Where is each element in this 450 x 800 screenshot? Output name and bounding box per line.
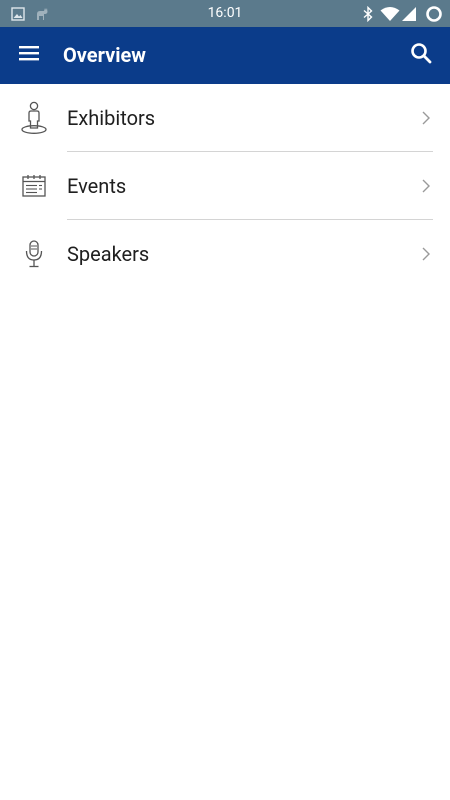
status-bar: 16:01 — [0, 0, 450, 27]
chevron-right-icon — [416, 220, 436, 288]
overview-list: Exhibitors Events Speakers — [0, 84, 450, 288]
search-icon — [410, 42, 432, 68]
microphone-icon — [17, 220, 51, 288]
app-bar: Overview — [0, 27, 450, 84]
list-item-exhibitors[interactable]: Exhibitors — [0, 84, 450, 152]
calendar-icon — [17, 152, 51, 220]
list-item-label: Exhibitors — [67, 106, 156, 130]
list-item-label: Speakers — [67, 242, 150, 266]
search-button[interactable] — [401, 35, 441, 75]
sync-ring-icon — [425, 0, 443, 27]
menu-button[interactable] — [9, 35, 49, 75]
list-item-events[interactable]: Events — [0, 152, 450, 220]
bluetooth-icon — [362, 0, 374, 27]
chevron-right-icon — [416, 152, 436, 220]
page-title: Overview — [63, 43, 146, 67]
wifi-icon — [380, 0, 400, 27]
chevron-right-icon — [416, 84, 436, 152]
list-item-label: Events — [67, 174, 127, 198]
list-item-speakers[interactable]: Speakers — [0, 220, 450, 288]
hamburger-menu-icon — [18, 44, 40, 66]
signal-icon — [401, 0, 417, 27]
exhibitor-person-icon — [17, 84, 51, 152]
